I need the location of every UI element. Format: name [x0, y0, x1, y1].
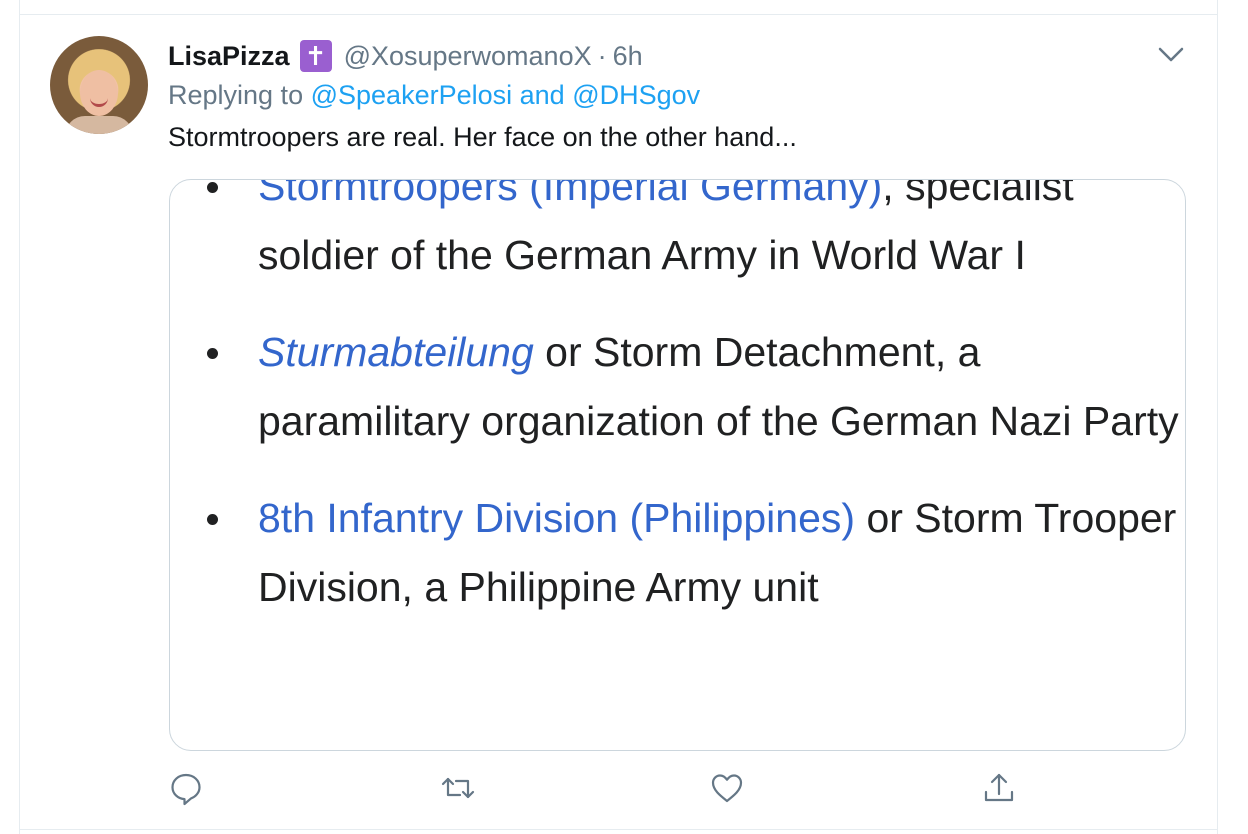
bullet [207, 348, 218, 359]
chevron-down-icon[interactable] [1158, 44, 1184, 64]
mention-speakerpelosi[interactable]: @SpeakerPelosi [311, 80, 513, 110]
list-item: Sturmabteilung or Storm Detachment, a pa… [170, 318, 1185, 456]
tweet-actions [0, 770, 1248, 814]
wiki-list: Stormtroopers (Imperial Germany), specia… [170, 179, 1185, 622]
display-name[interactable]: LisaPizza [168, 41, 290, 72]
tweet-text: Stormtroopers are real. Her face on the … [168, 122, 797, 152]
like-icon[interactable] [709, 770, 745, 810]
wiki-link: Stormtroopers (Imperial Germany) [258, 179, 883, 209]
cross-icon: ✝ [299, 40, 332, 72]
retweet-icon[interactable] [440, 770, 476, 810]
tweet-page: LisaPizza ✝ @XosuperwomanoX · 6h Replyin… [0, 0, 1248, 834]
separator-dot: · [597, 40, 607, 71]
list-item: Stormtroopers (Imperial Germany), specia… [170, 179, 1185, 290]
bullet [207, 182, 218, 193]
divider-left [19, 0, 20, 834]
list-item: 8th Infantry Division (Philippines) or S… [170, 484, 1185, 622]
share-icon[interactable] [981, 770, 1017, 810]
tweet-timestamp[interactable]: 6h [613, 41, 643, 72]
avatar-shirt [65, 116, 133, 134]
divider-bottom [20, 829, 1218, 830]
wiki-link: Sturmabteilung [258, 329, 534, 375]
avatar[interactable] [50, 36, 148, 134]
tweet-header: LisaPizza ✝ @XosuperwomanoX · 6h [168, 36, 643, 76]
tweet-image[interactable]: Stormtroopers (Imperial Germany), specia… [169, 179, 1186, 751]
reply-icon[interactable] [168, 770, 204, 810]
divider-top [20, 14, 1218, 15]
avatar-face [80, 70, 118, 116]
bullet [207, 514, 218, 525]
user-handle[interactable]: @XosuperwomanoX [344, 41, 592, 72]
replying-to: Replying to @SpeakerPelosi and @DHSgov [168, 80, 700, 111]
divider-right [1217, 0, 1218, 834]
wiki-link: 8th Infantry Division (Philippines) [258, 495, 856, 541]
mention-dhsgov[interactable]: @DHSgov [572, 80, 700, 110]
mention-and[interactable]: and [520, 80, 565, 110]
replying-to-label: Replying to [168, 80, 304, 110]
